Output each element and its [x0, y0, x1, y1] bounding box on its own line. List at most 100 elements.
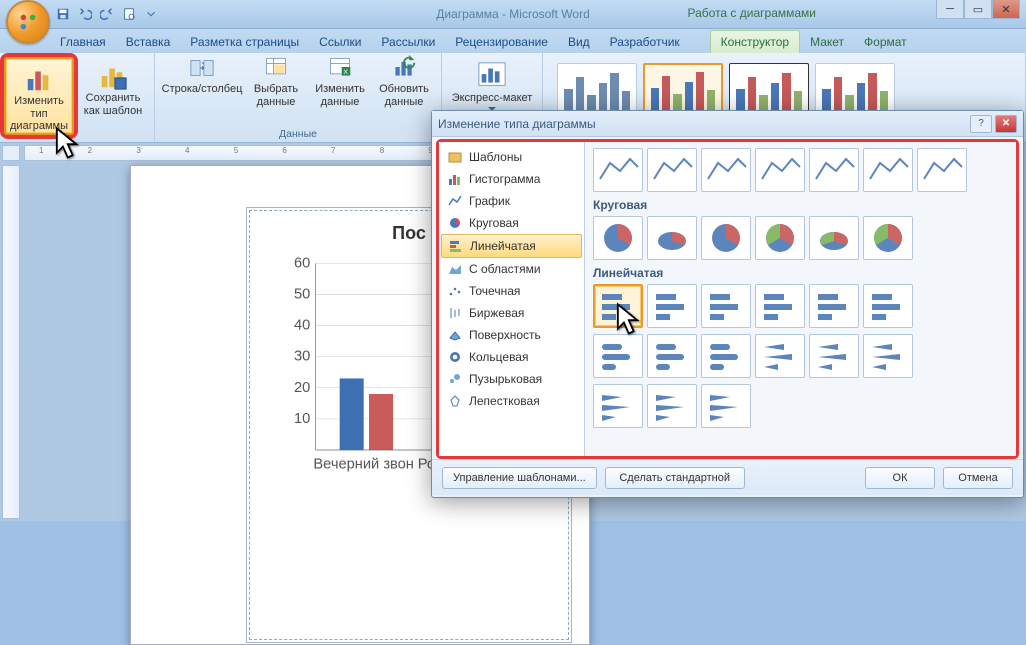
vertical-ruler[interactable] — [2, 165, 20, 519]
ruler-corner[interactable] — [2, 145, 20, 161]
manage-templates-button[interactable]: Управление шаблонами... — [442, 467, 597, 489]
save-as-template-label: Сохранить как шаблон — [84, 92, 143, 117]
category-item-10[interactable]: Пузырьковая — [441, 368, 582, 390]
preview-icon[interactable] — [121, 6, 137, 22]
row-bar1-thumb-1[interactable] — [647, 284, 697, 328]
row-line-thumb-2[interactable] — [701, 148, 751, 192]
row-pie-thumb-3[interactable] — [755, 216, 805, 260]
row-bar1-thumb-2[interactable] — [701, 284, 751, 328]
ribbon-group-type: Изменить тип диаграммы Сохранить как шаб… — [0, 53, 155, 142]
quick-layout-icon — [476, 60, 508, 92]
category-item-2[interactable]: График — [441, 190, 582, 212]
svg-text:60: 60 — [294, 255, 310, 271]
tab-home[interactable]: Главная — [50, 31, 116, 53]
category-icon — [447, 215, 463, 231]
category-item-0[interactable]: Шаблоны — [441, 146, 582, 168]
dialog-button-row: Управление шаблонами... Сделать стандарт… — [432, 459, 1023, 495]
row-pie-thumb-5[interactable] — [863, 216, 913, 260]
row-bar1-thumb-3[interactable] — [755, 284, 805, 328]
svg-text:30: 30 — [294, 349, 310, 365]
row-line-thumb-1[interactable] — [647, 148, 697, 192]
title-bar: Диаграмма - Microsoft Word Работа с диаг… — [0, 0, 1026, 29]
row-bar2-thumb-5[interactable] — [863, 334, 913, 378]
change-chart-type-highlight: Изменить тип диаграммы — [0, 53, 78, 139]
row-bar1-thumb-0[interactable] — [593, 284, 643, 328]
select-data-button[interactable]: Выбрать данные — [245, 55, 307, 108]
cancel-button[interactable]: Отмена — [943, 467, 1013, 489]
tab-references[interactable]: Ссылки — [309, 31, 371, 53]
dialog-close-button[interactable]: ✕ — [995, 115, 1017, 133]
row-pie-thumb-2[interactable] — [701, 216, 751, 260]
qat-dropdown-icon[interactable] — [143, 6, 159, 22]
edit-data-button[interactable]: X Изменить данные — [309, 55, 371, 108]
refresh-data-button[interactable]: Обновить данные — [373, 55, 435, 108]
row-pie-thumb-1[interactable] — [647, 216, 697, 260]
change-chart-type-button[interactable]: Изменить тип диаграммы — [4, 57, 74, 135]
office-button[interactable] — [6, 0, 50, 44]
category-label: Шаблоны — [469, 150, 522, 164]
category-icon — [447, 283, 463, 299]
row-line-thumb-0[interactable] — [593, 148, 643, 192]
ok-button[interactable]: ОК — [865, 467, 935, 489]
row-line-thumb-3[interactable] — [755, 148, 805, 192]
tab-insert[interactable]: Вставка — [116, 31, 181, 53]
category-item-7[interactable]: Биржевая — [441, 302, 582, 324]
category-icon — [447, 371, 463, 387]
window-title: Диаграмма - Microsoft Word — [436, 7, 590, 21]
row-pie-thumb-0[interactable] — [593, 216, 643, 260]
maximize-button[interactable]: ▭ — [964, 0, 992, 19]
save-as-template-button[interactable]: Сохранить как шаблон — [78, 55, 148, 118]
svg-text:X: X — [343, 69, 348, 76]
set-default-button[interactable]: Сделать стандартной — [605, 467, 745, 489]
category-item-5[interactable]: С областями — [441, 258, 582, 280]
tab-format[interactable]: Формат — [854, 31, 917, 53]
minimize-button[interactable]: ─ — [936, 0, 964, 19]
edit-data-icon: X — [327, 55, 353, 83]
row-line-thumb-6[interactable] — [917, 148, 967, 192]
category-item-6[interactable]: Точечная — [441, 280, 582, 302]
row-bar2-thumb-4[interactable] — [809, 334, 859, 378]
row-bar3-thumb-0[interactable] — [593, 384, 643, 428]
row-line-thumb-4[interactable] — [809, 148, 859, 192]
category-icon — [447, 327, 463, 343]
ribbon-tabs: Главная Вставка Разметка страницы Ссылки… — [0, 29, 1026, 53]
row-bar3-thumb-2[interactable] — [701, 384, 751, 428]
category-item-4[interactable]: Линейчатая — [441, 234, 582, 258]
row-line-thumb-5[interactable] — [863, 148, 913, 192]
tab-review[interactable]: Рецензирование — [445, 31, 558, 53]
tab-mailings[interactable]: Рассылки — [371, 31, 445, 53]
redo-icon[interactable] — [99, 6, 115, 22]
chart-category-list: Шаблоны Гистограмма График Круговая Лине… — [439, 142, 585, 456]
tab-design[interactable]: Конструктор — [710, 30, 800, 53]
svg-text:20: 20 — [294, 380, 310, 396]
category-icon — [447, 261, 463, 277]
row-bar2-thumb-1[interactable] — [647, 334, 697, 378]
dialog-titlebar[interactable]: Изменение типа диаграммы ? ✕ — [432, 111, 1023, 137]
row-bar3-thumb-1[interactable] — [647, 384, 697, 428]
tab-page-layout[interactable]: Разметка страницы — [180, 31, 309, 53]
category-item-11[interactable]: Лепестковая — [441, 390, 582, 412]
row-bar1-thumb-5[interactable] — [863, 284, 913, 328]
dialog-help-button[interactable]: ? — [970, 115, 992, 133]
category-item-1[interactable]: Гистограмма — [441, 168, 582, 190]
row-bar1-thumb-4[interactable] — [809, 284, 859, 328]
row-bar2-thumb-2[interactable] — [701, 334, 751, 378]
change-chart-type-label: Изменить тип диаграммы — [6, 95, 72, 133]
category-item-8[interactable]: Поверхность — [441, 324, 582, 346]
row-pie-thumb-4[interactable] — [809, 216, 859, 260]
tab-view[interactable]: Вид — [558, 31, 600, 53]
select-data-label: Выбрать данные — [254, 83, 298, 108]
row-bar2-thumb-0[interactable] — [593, 334, 643, 378]
select-data-icon — [263, 55, 289, 83]
window-close-button[interactable]: ✕ — [992, 0, 1020, 19]
tab-developer[interactable]: Разработчик — [600, 31, 690, 53]
save-icon[interactable] — [55, 6, 71, 22]
tab-layout[interactable]: Макет — [800, 31, 854, 53]
category-item-9[interactable]: Кольцевая — [441, 346, 582, 368]
switch-row-col-label: Строка/столбец — [162, 83, 243, 96]
category-item-3[interactable]: Круговая — [441, 212, 582, 234]
row-bar2-thumb-3[interactable] — [755, 334, 805, 378]
quick-layout-button[interactable]: Экспресс-макет — [448, 55, 536, 113]
switch-row-col-button[interactable]: Строка/столбец — [161, 55, 243, 108]
undo-icon[interactable] — [77, 6, 93, 22]
